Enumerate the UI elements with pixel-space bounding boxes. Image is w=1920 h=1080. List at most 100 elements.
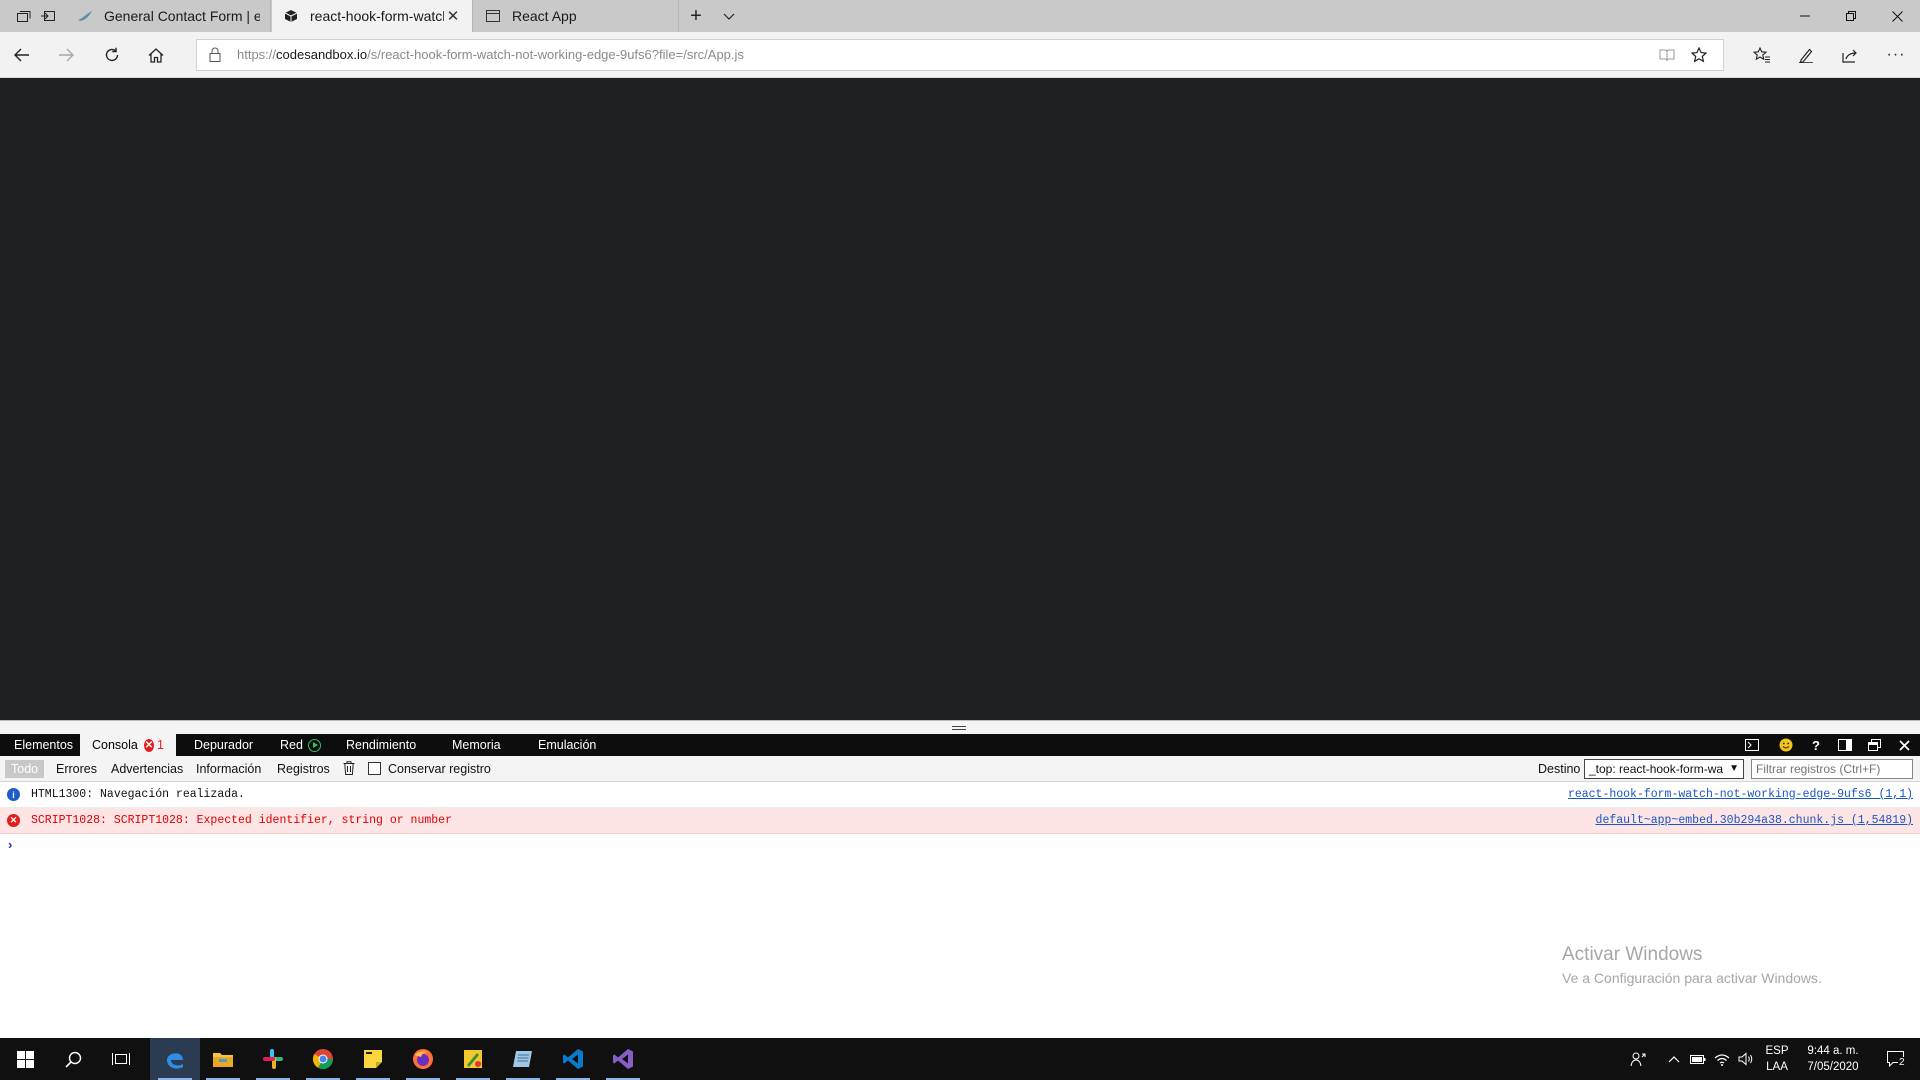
bird-favicon-icon (76, 7, 94, 25)
watermark-subtitle: Ve a Configuración para activar Windows. (1562, 970, 1822, 986)
input-language-indicator[interactable]: ESP LAA (1760, 1038, 1794, 1080)
console-message-info: i HTML1300: Navegación realizada. react-… (0, 782, 1920, 808)
error-x-icon: ✕ (143, 738, 155, 752)
console-filter-bar: Todo Errores Advertencias Información Re… (0, 756, 1920, 782)
more-options-icon[interactable]: ··· (1874, 32, 1918, 78)
feedback-smiley-icon[interactable] (1772, 734, 1800, 756)
error-icon: ✕ (7, 814, 20, 827)
dock-side-icon[interactable] (1831, 734, 1859, 756)
tab-consola[interactable]: Consola ✕ 1 (80, 734, 176, 756)
tab-red[interactable]: Red (268, 734, 333, 756)
minimize-icon[interactable] (1782, 0, 1828, 32)
filter-advertencias[interactable]: Advertencias (105, 760, 189, 778)
watermark-title: Activar Windows (1562, 944, 1703, 965)
undock-icon[interactable] (1860, 734, 1888, 756)
favorites-hub-icon[interactable] (1740, 32, 1784, 78)
network-record-icon (307, 738, 321, 752)
message-source-link[interactable]: default~app~embed.30b294a38.chunk.js (1,… (1596, 814, 1913, 827)
search-icon[interactable] (48, 1038, 98, 1080)
target-label: Destino (1538, 762, 1581, 776)
tab-label: react-hook-form-watch (310, 8, 444, 24)
preserve-log-label: Conservar registro (388, 762, 491, 776)
navigation-bar: https://codesandbox.io/s/react-hook-form… (0, 32, 1920, 78)
slack-icon[interactable] (248, 1038, 298, 1080)
tabs-aside-icon[interactable] (24, 0, 72, 32)
console-toggle-icon[interactable] (1738, 734, 1766, 756)
visual-studio-icon[interactable] (598, 1038, 648, 1080)
codesandbox-cube-icon (282, 7, 300, 25)
preserve-log-checkbox[interactable] (368, 762, 381, 775)
task-view-icon[interactable] (96, 1038, 146, 1080)
console-prompt-icon[interactable]: › (8, 837, 12, 852)
clock[interactable]: 9:44 a. m. 7/05/2020 (1798, 1038, 1868, 1080)
forward-icon[interactable] (44, 32, 88, 78)
message-source-link[interactable]: react-hook-form-watch-not-working-edge-9… (1568, 788, 1913, 801)
firefox-icon[interactable] (398, 1038, 448, 1080)
clock-time: 9:44 a. m. (1807, 1045, 1859, 1057)
close-tab-icon[interactable]: ✕ (444, 7, 462, 25)
tab-react-app[interactable]: React App (474, 0, 679, 32)
lock-icon (209, 47, 223, 63)
filter-informacion[interactable]: Información (190, 760, 267, 778)
notepad-icon[interactable] (498, 1038, 548, 1080)
message-text: SCRIPT1028: SCRIPT1028: Expected identif… (31, 814, 452, 827)
info-icon: i (7, 788, 20, 801)
filter-logs-input[interactable] (1751, 759, 1913, 779)
home-icon[interactable] (134, 32, 178, 78)
tab-preview-chevron-icon[interactable] (714, 0, 744, 32)
message-text: HTML1300: Navegación realizada. (31, 788, 245, 801)
edge-icon[interactable] (150, 1038, 200, 1080)
browser-tab-strip: General Contact Form | elev react-hook-f… (0, 0, 1920, 32)
reading-view-icon[interactable] (1651, 40, 1683, 70)
windows-icon[interactable] (0, 1038, 50, 1080)
vscode-icon[interactable] (548, 1038, 598, 1080)
windows-taskbar: ESP LAA 9:44 a. m. 7/05/2020 2 (0, 1038, 1920, 1080)
people-icon[interactable] (1624, 1038, 1652, 1080)
tab-memoria[interactable]: Memoria (440, 734, 513, 756)
favorite-star-icon[interactable] (1683, 40, 1715, 70)
notification-count-badge: 2 (1898, 1057, 1906, 1068)
sticky-notes-icon[interactable] (348, 1038, 398, 1080)
activate-windows-watermark: Activar Windows Ve a Configuración para … (1562, 944, 1822, 986)
back-icon[interactable] (0, 32, 44, 78)
filter-todo[interactable]: Todo (5, 760, 45, 778)
chevron-down-icon: ▼ (1729, 763, 1739, 774)
tab-elementos[interactable]: Elementos (2, 734, 85, 756)
drag-grip-icon[interactable] (952, 726, 966, 730)
close-window-icon[interactable] (1874, 0, 1920, 32)
close-devtools-icon[interactable] (1890, 734, 1918, 756)
devtools-tab-bar: Elementos Consola ✕ 1 Depurador Red Rend… (0, 734, 1920, 756)
show-hidden-icons-chevron-icon[interactable] (1662, 1038, 1686, 1080)
tab-rendimiento[interactable]: Rendimiento (334, 734, 428, 756)
battery-icon[interactable] (1686, 1038, 1710, 1080)
volume-icon[interactable] (1734, 1038, 1758, 1080)
clock-date: 7/05/2020 (1807, 1061, 1859, 1073)
filter-registros[interactable]: Registros (271, 760, 336, 778)
address-bar[interactable]: https://codesandbox.io/s/react-hook-form… (196, 39, 1724, 71)
new-tab-icon[interactable]: + (681, 0, 711, 32)
file-explorer-icon[interactable] (198, 1038, 248, 1080)
restore-icon[interactable] (1828, 0, 1874, 32)
page-favicon-icon (484, 7, 502, 25)
page-content-viewport[interactable] (0, 79, 1920, 720)
console-output: i HTML1300: Navegación realizada. react-… (0, 782, 1920, 1038)
target-select[interactable]: _top: react-hook-form-wa ▼ (1584, 759, 1744, 779)
url-text: https://codesandbox.io/s/react-hook-form… (237, 47, 744, 62)
tab-react-hook-form-watch[interactable]: react-hook-form-watch ✕ (272, 0, 473, 32)
filter-errores[interactable]: Errores (50, 760, 103, 778)
help-icon[interactable]: ? (1802, 734, 1830, 756)
tab-emulacion[interactable]: Emulación (526, 734, 608, 756)
error-count: 1 (157, 738, 164, 752)
action-center-icon[interactable]: 2 (1876, 1038, 1916, 1080)
tab-depurador[interactable]: Depurador (182, 734, 265, 756)
tab-general-contact-form[interactable]: General Contact Form | elev (66, 0, 271, 32)
wifi-icon[interactable] (1710, 1038, 1734, 1080)
refresh-icon[interactable] (90, 32, 134, 78)
devtools-splitter[interactable] (0, 720, 1920, 734)
paint-icon[interactable] (448, 1038, 498, 1080)
console-message-error: ✕ SCRIPT1028: SCRIPT1028: Expected ident… (0, 808, 1920, 834)
chrome-icon[interactable] (298, 1038, 348, 1080)
clear-console-trash-icon[interactable] (343, 761, 357, 777)
pen-notes-icon[interactable] (1784, 32, 1828, 78)
share-icon[interactable] (1828, 32, 1872, 78)
